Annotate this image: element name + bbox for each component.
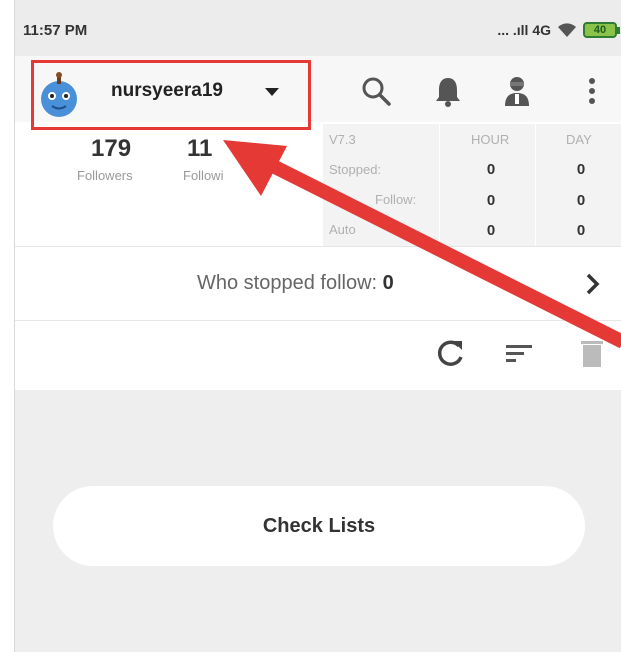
table-header-day: DAY bbox=[566, 132, 592, 147]
bell-icon[interactable] bbox=[431, 74, 465, 108]
table-cell-day: 0 bbox=[576, 161, 586, 178]
table-cell-hour: 0 bbox=[486, 192, 496, 209]
following-count: 11 bbox=[187, 135, 213, 162]
table-cell-hour: 0 bbox=[486, 222, 496, 239]
table-row-label: Follow: bbox=[375, 192, 417, 207]
account-selector-highlight bbox=[31, 60, 311, 130]
who-stopped-follow-text: Who stopped follow: 0 bbox=[197, 272, 394, 295]
table-row-label: Auto bbox=[329, 222, 356, 237]
status-time: 11:57 PM bbox=[23, 22, 88, 39]
table-row-label: Stopped: bbox=[329, 162, 382, 177]
table-divider bbox=[439, 124, 440, 246]
status-indicators: ... .ıll 4G 40 bbox=[497, 19, 620, 41]
table-cell-hour: 0 bbox=[486, 161, 496, 178]
app-screen: 11:57 PM ... .ıll 4G 40 nursyeera19 179 … bbox=[14, 0, 621, 652]
section-divider bbox=[15, 320, 621, 321]
who-stopped-follow-count: 0 bbox=[382, 272, 394, 294]
signal-indicator: ... .ıll 4G bbox=[497, 22, 551, 38]
following-label: Followi bbox=[183, 168, 224, 183]
followers-label: Followers bbox=[77, 168, 133, 183]
chevron-right-icon[interactable] bbox=[581, 270, 605, 298]
trash-icon[interactable] bbox=[575, 335, 609, 371]
table-cell-day: 0 bbox=[576, 222, 586, 239]
search-icon[interactable] bbox=[359, 74, 393, 108]
more-vert-icon[interactable] bbox=[575, 74, 609, 108]
table-divider bbox=[535, 124, 536, 246]
user-agent-icon[interactable] bbox=[500, 74, 534, 108]
wifi-icon bbox=[558, 23, 576, 37]
sort-icon[interactable] bbox=[502, 335, 536, 371]
table-header-hour: HOUR bbox=[471, 132, 510, 147]
table-version: V7.3 bbox=[329, 132, 356, 147]
who-stopped-follow-label: Who stopped follow: bbox=[197, 272, 378, 294]
battery-icon: 40 bbox=[583, 22, 620, 38]
table-cell-day: 0 bbox=[576, 192, 586, 209]
check-lists-button[interactable]: Check Lists bbox=[53, 486, 585, 566]
refresh-icon[interactable] bbox=[433, 335, 467, 371]
followers-count: 179 bbox=[91, 135, 132, 162]
